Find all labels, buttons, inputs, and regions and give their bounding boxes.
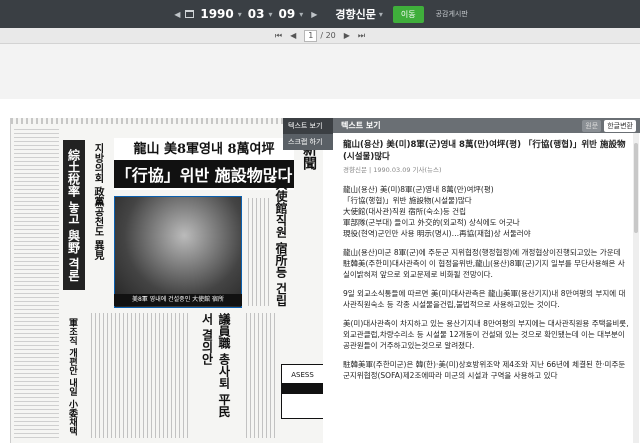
article-meta: 경향신문 | 1990.03.09 기사(뉴스) — [343, 166, 442, 174]
summary-line: 軍部隊(군부대) 들이고 外交的(외교적) 상식에도 어긋나 — [343, 218, 520, 227]
month-dropdown-icon[interactable]: ▾ — [268, 10, 272, 19]
notice-board-link[interactable]: 공감게시판 — [436, 9, 468, 19]
article-paragraph: 龍山(용산)미군 8軍(군)에 주둔군 지위협정(행정협정)에 개정협상이진행되… — [343, 248, 625, 279]
text-block — [248, 198, 270, 306]
date-selector: ◀ 1990 ▾ 03 ▾ 09 ▾ ▶ — [172, 7, 319, 21]
newspaper-name: 경향신문 — [335, 8, 376, 21]
year-value[interactable]: 1990 — [200, 7, 233, 21]
news-photo — [114, 196, 242, 308]
panel-title: 텍스트 보기 — [341, 121, 381, 130]
right-headline-2: 議員職 총사퇴 平民서 결의안 — [200, 313, 231, 418]
summary-line: 龍山(용산) 美(미)8軍(군)영내 8萬(만)여坪(평) — [343, 185, 494, 194]
article-paragraph: 駐韓美軍(주한미군)은 韓(한)·美(미)상호방위조약 제4조와 지난 66년에… — [343, 360, 626, 380]
scrap-menu-item[interactable]: 스크랩 하기 — [283, 134, 333, 150]
tab-original[interactable]: 원문 — [582, 119, 602, 132]
text-column — [14, 128, 59, 438]
scrollbar-thumb[interactable] — [634, 143, 638, 233]
left-headline: 綜土稅率 놓고 與野 격론 — [63, 140, 85, 290]
prev-date-arrow-icon[interactable]: ◀ — [172, 10, 182, 19]
ad-banner — [282, 383, 323, 394]
mid-headline: 軍조직 개편안 내일 小委채택 — [67, 318, 77, 436]
page-number-input[interactable]: 1 — [304, 29, 318, 42]
year-dropdown-icon[interactable]: ▾ — [238, 10, 242, 19]
tab-hangul[interactable]: 한글변환 — [604, 119, 636, 132]
chevron-down-icon: ▾ — [378, 9, 383, 19]
summary-line: 「行協(행협)」위반 施設物(시설물)많다 — [343, 196, 472, 205]
paper-header-strip — [11, 118, 323, 124]
main-headline: 龍山 美8軍영내 8萬여坪 「行協」위반 施設物많다 — [114, 138, 294, 190]
go-button[interactable]: 이동 — [392, 5, 424, 23]
panel-header: 텍스트 보기 원문 한글변환 — [333, 118, 640, 133]
text-block — [246, 313, 276, 438]
next-page-icon[interactable]: ▶ — [344, 31, 350, 40]
calendar-icon[interactable] — [185, 10, 195, 18]
prev-page-icon[interactable]: ◀ — [290, 31, 296, 40]
text-view-panel: 텍스트 보기 원문 한글변환 龍山(용산) 美(미)8軍(군)영내 8萬(만)여… — [333, 118, 640, 443]
newspaper-select[interactable]: 경향신문 ▾ — [335, 6, 383, 22]
month-value[interactable]: 03 — [248, 7, 265, 21]
view-text-menu-item[interactable]: 텍스트 보기 — [283, 118, 333, 134]
main-headline-line1: 龍山 美8軍영내 8萬여坪 — [133, 142, 275, 157]
panel-tabs: 원문 한글변환 — [582, 119, 636, 132]
article-paragraph: 美(미)대사관측이 차지하고 있는 용산기지내 8만여평의 부지에는 대사관직원… — [343, 319, 629, 350]
article-summary: 龍山(용산) 美(미)8軍(군)영내 8萬(만)여坪(평) 「行協(행협)」위반… — [343, 184, 630, 239]
panel-scrollbar[interactable] — [633, 133, 639, 443]
article-title: 龍山(용산) 美(미)8軍(군)영내 8萬(만)여坪(평) 「行協(행협)」위반… — [343, 140, 626, 162]
context-menu: 텍스트 보기 스크랩 하기 — [283, 118, 333, 150]
next-date-arrow-icon[interactable]: ▶ — [309, 10, 319, 19]
newspaper-page-image[interactable]: 綜土稅率 놓고 與野 격론 지방의회 政黨공천도 異見 龍山 美8軍영내 8萬여… — [10, 118, 323, 443]
main-headline-line2: 「行協」위반 施設物많다 — [114, 160, 294, 188]
page-total: / 20 — [320, 31, 336, 40]
empty-area — [0, 44, 640, 99]
advertisement: ASESS — [281, 364, 323, 419]
left-subheadline: 지방의회 政黨공천도 異見 — [92, 143, 103, 260]
article-body: 龍山(용산) 美(미)8軍(군)영내 8萬(만)여坪(평) 「行協(행협)」위반… — [333, 133, 640, 381]
ad-logo: ASESS — [291, 371, 314, 379]
last-page-icon[interactable]: ⏭ — [358, 31, 365, 41]
summary-line: 現役(현역)군인만 사용 明示(명시)…再協(재협)상 서둘러야 — [343, 229, 531, 238]
summary-line: 大使館(대사관)직원 宿所(숙소)등 건립 — [343, 207, 466, 216]
first-page-icon[interactable]: ⏮ — [275, 31, 282, 41]
photo-caption: 美8軍 영내에 건설중인 大使館 宿所 — [114, 294, 242, 306]
right-headline-1: 大使館직원 宿所등 건립 — [274, 178, 288, 307]
day-dropdown-icon[interactable]: ▾ — [299, 10, 303, 19]
top-bar: ◀ 1990 ▾ 03 ▾ 09 ▾ ▶ 경향신문 ▾ 이동 공감게시판 — [0, 0, 640, 28]
article-paragraph: 9일 외교소식통들에 따르면 美(미)대사관측은 龍山美軍(용산기지)내 8만여… — [343, 289, 626, 309]
page-navigation: ⏮ ◀ 1 / 20 ▶ ⏭ — [0, 28, 640, 44]
day-value[interactable]: 09 — [278, 7, 295, 21]
text-block — [91, 313, 191, 438]
